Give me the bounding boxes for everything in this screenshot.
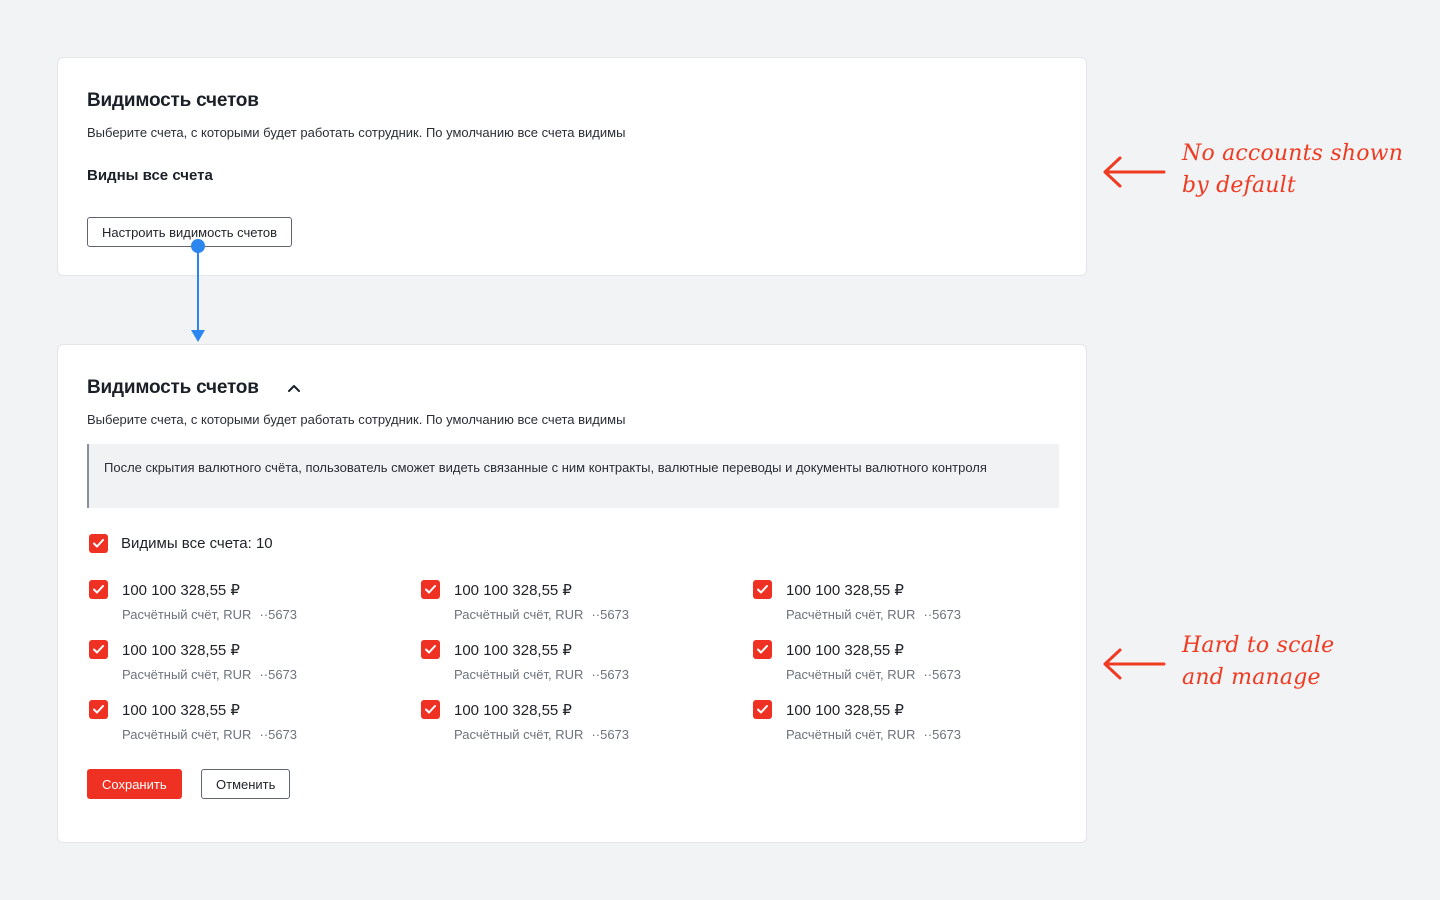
checkmark-icon: [425, 585, 436, 594]
account-type: Расчётный счёт, RUR: [454, 607, 584, 622]
account-amount: 100 100 328,55 ₽: [454, 702, 572, 719]
arrow-left-icon: [1103, 648, 1166, 680]
checkmark-icon: [757, 585, 768, 594]
account-meta: Расчётный счёт, RUR ··5673: [122, 607, 297, 622]
arrow-left-icon: [1103, 156, 1166, 188]
account-amount: 100 100 328,55 ₽: [786, 642, 904, 659]
card-title: Видимость счетов: [87, 377, 259, 398]
account-number: ··5673: [591, 607, 630, 622]
account-item: 100 100 328,55 ₽ Расчётный счёт, RUR ··56…: [421, 640, 721, 688]
account-meta: Расчётный счёт, RUR ··5673: [786, 607, 961, 622]
save-button[interactable]: Сохранить: [87, 769, 182, 799]
account-number: ··5673: [259, 667, 298, 682]
card-title: Видимость счетов: [87, 90, 259, 111]
account-checkbox[interactable]: [421, 700, 440, 719]
notice-text: После скрытия валютного счёта, пользоват…: [104, 460, 987, 475]
cancel-button[interactable]: Отменить: [201, 769, 291, 799]
account-item: 100 100 328,55 ₽ Расчётный счёт, RUR ··56…: [89, 640, 389, 688]
annotation-bottom-line2: and manage: [1182, 665, 1321, 690]
account-checkbox[interactable]: [421, 580, 440, 599]
checkmark-icon: [425, 645, 436, 654]
account-number: ··5673: [923, 667, 962, 682]
account-checkbox[interactable]: [89, 700, 108, 719]
checkmark-icon: [93, 705, 104, 714]
checkmark-icon: [757, 645, 768, 654]
notice-box: После скрытия валютного счёта, пользоват…: [87, 444, 1059, 508]
annotation-top-line2: by default: [1182, 173, 1296, 198]
account-type: Расчётный счёт, RUR: [786, 607, 916, 622]
annotation-top: No accounts shown by default: [1182, 138, 1403, 202]
account-number: ··5673: [259, 727, 298, 742]
card-description: Выберите счета, с которыми будет работат…: [87, 412, 626, 427]
checkmark-icon: [425, 705, 436, 714]
account-checkbox[interactable]: [753, 580, 772, 599]
account-type: Расчётный счёт, RUR: [786, 667, 916, 682]
account-item: 100 100 328,55 ₽ Расчётный счёт, RUR ··56…: [421, 700, 721, 748]
account-checkbox[interactable]: [421, 640, 440, 659]
account-checkbox[interactable]: [89, 640, 108, 659]
account-item: 100 100 328,55 ₽ Расчётный счёт, RUR ··56…: [89, 700, 389, 748]
visibility-status: Видны все счета: [87, 167, 213, 184]
annotation-top-line1: No accounts shown: [1182, 141, 1404, 166]
account-item: 100 100 328,55 ₽ Расчётный счёт, RUR ··56…: [753, 640, 1053, 688]
account-meta: Расчётный счёт, RUR ··5673: [786, 727, 961, 742]
account-amount: 100 100 328,55 ₽: [454, 582, 572, 599]
account-meta: Расчётный счёт, RUR ··5673: [454, 667, 629, 682]
account-checkbox[interactable]: [753, 700, 772, 719]
account-number: ··5673: [923, 607, 962, 622]
account-amount: 100 100 328,55 ₽: [786, 702, 904, 719]
account-meta: Расчётный счёт, RUR ··5673: [122, 667, 297, 682]
account-meta: Расчётный счёт, RUR ··5673: [454, 607, 629, 622]
account-item: 100 100 328,55 ₽ Расчётный счёт, RUR ··56…: [753, 700, 1053, 748]
account-type: Расчётный счёт, RUR: [786, 727, 916, 742]
account-visibility-card-collapsed: Видимость счетов Выберите счета, с котор…: [57, 57, 1087, 276]
account-item: 100 100 328,55 ₽ Расчётный счёт, RUR ··56…: [421, 580, 721, 628]
account-type: Расчётный счёт, RUR: [122, 667, 252, 682]
account-checkbox[interactable]: [753, 640, 772, 659]
account-amount: 100 100 328,55 ₽: [122, 702, 240, 719]
account-number: ··5673: [591, 667, 630, 682]
chevron-up-icon[interactable]: [287, 381, 301, 395]
account-item: 100 100 328,55 ₽ Расчётный счёт, RUR ··56…: [89, 580, 389, 628]
account-type: Расчётный счёт, RUR: [122, 727, 252, 742]
checkmark-icon: [93, 539, 104, 548]
checkmark-icon: [93, 585, 104, 594]
account-type: Расчётный счёт, RUR: [122, 607, 252, 622]
annotation-bottom-line1: Hard to scale: [1182, 633, 1335, 658]
checkmark-icon: [93, 645, 104, 654]
account-number: ··5673: [923, 727, 962, 742]
arrow-down-icon: [191, 239, 205, 342]
account-meta: Расчётный счёт, RUR ··5673: [122, 727, 297, 742]
account-checkbox[interactable]: [89, 580, 108, 599]
account-amount: 100 100 328,55 ₽: [122, 642, 240, 659]
select-all-checkbox[interactable]: [89, 534, 108, 553]
card-description: Выберите счета, с которыми будет работат…: [87, 125, 626, 140]
annotation-bottom: Hard to scale and manage: [1182, 630, 1334, 694]
account-amount: 100 100 328,55 ₽: [454, 642, 572, 659]
account-meta: Расчётный счёт, RUR ··5673: [454, 727, 629, 742]
account-number: ··5673: [591, 727, 630, 742]
select-all-label: Видимы все счета: 10: [121, 535, 273, 552]
account-number: ··5673: [259, 607, 298, 622]
account-visibility-card-expanded: Видимость счетов Выберите счета, с котор…: [57, 344, 1087, 843]
checkmark-icon: [757, 705, 768, 714]
account-amount: 100 100 328,55 ₽: [786, 582, 904, 599]
account-type: Расчётный счёт, RUR: [454, 727, 584, 742]
account-type: Расчётный счёт, RUR: [454, 667, 584, 682]
account-item: 100 100 328,55 ₽ Расчётный счёт, RUR ··56…: [753, 580, 1053, 628]
account-amount: 100 100 328,55 ₽: [122, 582, 240, 599]
account-meta: Расчётный счёт, RUR ··5673: [786, 667, 961, 682]
